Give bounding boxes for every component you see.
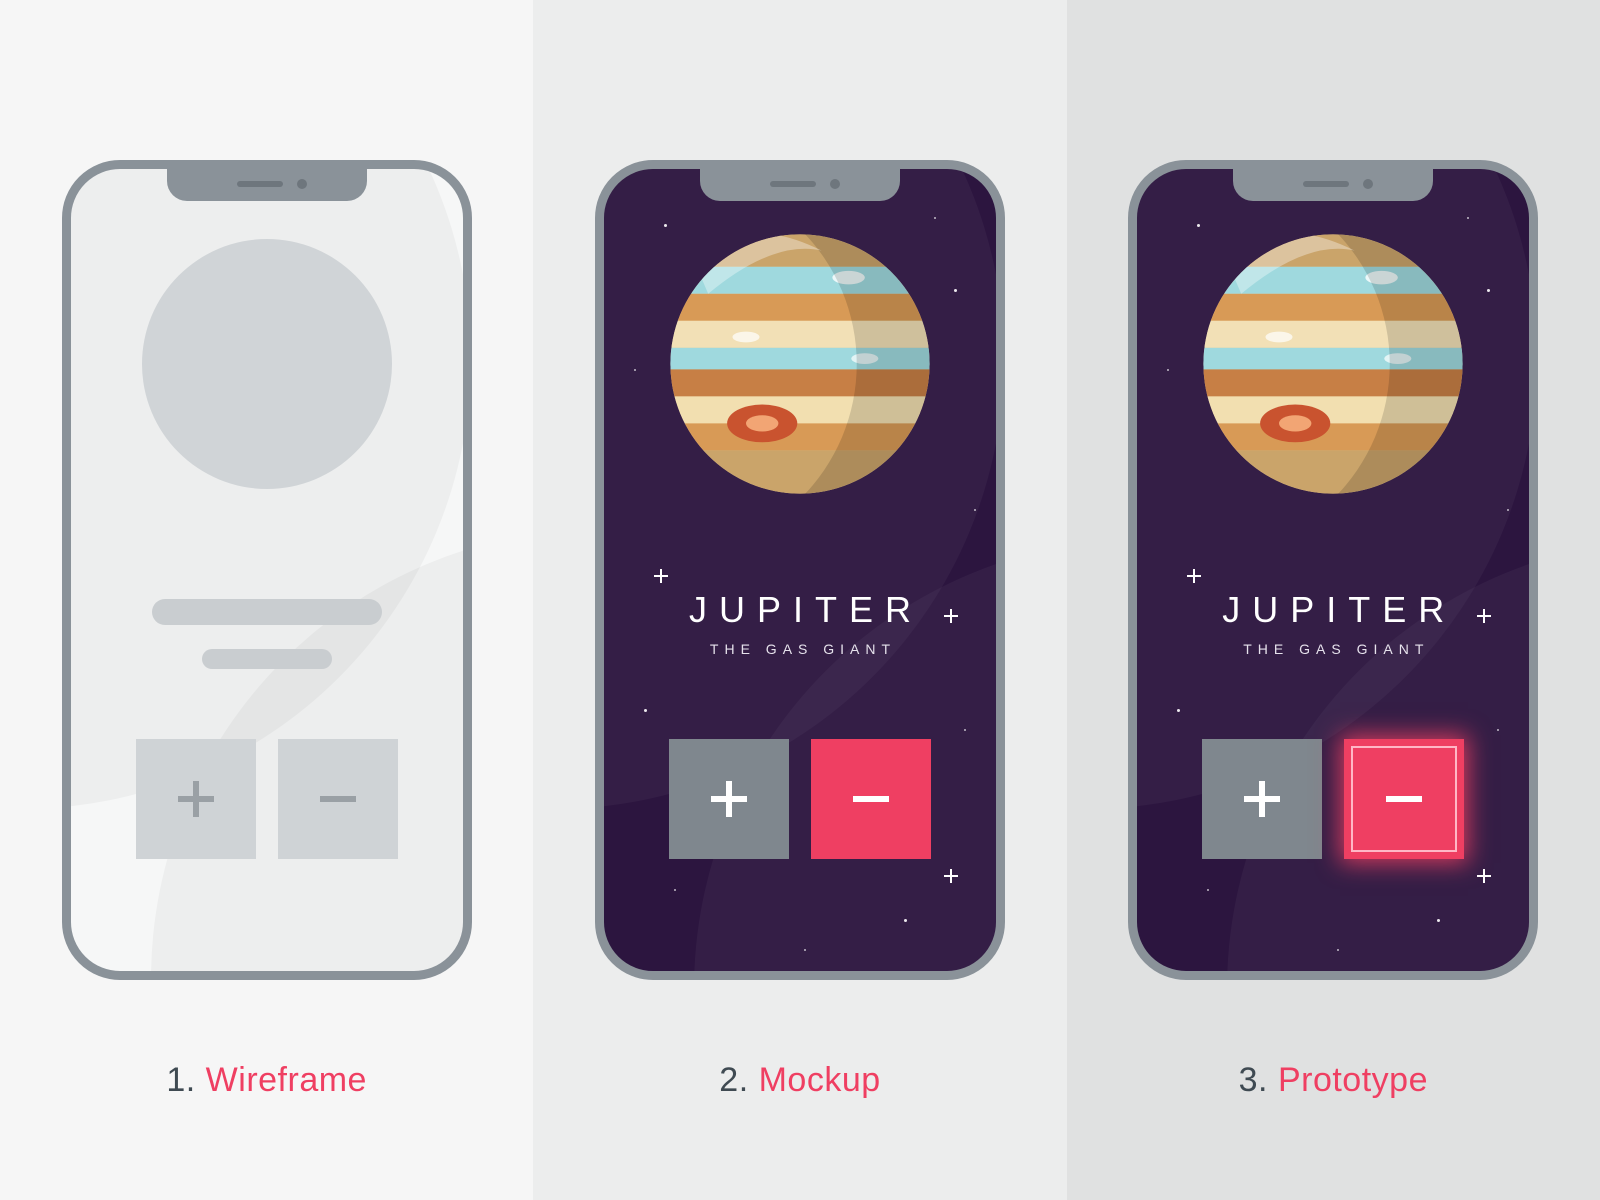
phone-notch bbox=[167, 169, 367, 201]
planet-title: JUPITER bbox=[604, 589, 996, 631]
placeholder-image-circle bbox=[142, 239, 392, 489]
sparkle-icon bbox=[1187, 569, 1201, 583]
phone-notch bbox=[1233, 169, 1433, 201]
plus-button[interactable] bbox=[1202, 739, 1322, 859]
plus-icon bbox=[1238, 775, 1286, 823]
star-icon bbox=[634, 369, 636, 371]
stage-prototype-panel: JUPITER THE GAS GIANT 3. Prototype bbox=[1067, 0, 1600, 1200]
star-icon bbox=[1207, 889, 1209, 891]
planet-subtitle: THE GAS GIANT bbox=[604, 641, 996, 657]
minus-button-active[interactable] bbox=[1344, 739, 1464, 859]
sparkle-icon bbox=[1477, 869, 1491, 883]
action-button-row bbox=[136, 739, 398, 859]
sparkle-icon bbox=[944, 869, 958, 883]
sparkle-icon bbox=[654, 569, 668, 583]
stage-label: Wireframe bbox=[206, 1061, 367, 1099]
action-button-row bbox=[1202, 739, 1464, 859]
star-icon bbox=[904, 919, 907, 922]
phone-frame-prototype: JUPITER THE GAS GIANT bbox=[1128, 160, 1538, 980]
stage-wireframe-panel: 1. Wireframe bbox=[0, 0, 533, 1200]
placeholder-title-line bbox=[152, 599, 382, 625]
stage-caption: 1. Wireframe bbox=[0, 1061, 533, 1100]
plus-icon bbox=[174, 777, 218, 821]
minus-icon bbox=[316, 777, 360, 821]
plus-button[interactable] bbox=[136, 739, 256, 859]
star-icon bbox=[954, 289, 957, 292]
stage-label: Mockup bbox=[759, 1061, 881, 1099]
star-icon bbox=[674, 889, 676, 891]
star-icon bbox=[974, 509, 976, 511]
minus-icon bbox=[1380, 775, 1428, 823]
phone-notch bbox=[700, 169, 900, 201]
planet-subtitle: THE GAS GIANT bbox=[1137, 641, 1529, 657]
stage-number: 3. bbox=[1239, 1061, 1268, 1099]
plus-button[interactable] bbox=[669, 739, 789, 859]
action-button-row bbox=[669, 739, 931, 859]
star-icon bbox=[934, 217, 936, 219]
stage-caption: 3. Prototype bbox=[1067, 1061, 1600, 1100]
star-icon bbox=[964, 729, 966, 731]
minus-button[interactable] bbox=[811, 739, 931, 859]
stage-mockup-panel: JUPITER THE GAS GIANT 2. Mockup bbox=[533, 0, 1066, 1200]
stage-caption: 2. Mockup bbox=[533, 1061, 1066, 1100]
star-icon bbox=[664, 224, 667, 227]
minus-icon bbox=[847, 775, 895, 823]
stage-label: Prototype bbox=[1278, 1061, 1428, 1099]
jupiter-planet-icon bbox=[665, 229, 935, 499]
placeholder-subtitle-line bbox=[202, 649, 332, 669]
plus-icon bbox=[705, 775, 753, 823]
stage-number: 1. bbox=[166, 1061, 195, 1099]
phone-frame-wireframe bbox=[62, 160, 472, 980]
jupiter-planet-icon bbox=[1198, 229, 1468, 499]
phone-frame-mockup: JUPITER THE GAS GIANT bbox=[595, 160, 1005, 980]
stage-number: 2. bbox=[719, 1061, 748, 1099]
star-icon bbox=[644, 709, 647, 712]
minus-button[interactable] bbox=[278, 739, 398, 859]
star-icon bbox=[804, 949, 806, 951]
planet-title: JUPITER bbox=[1137, 589, 1529, 631]
